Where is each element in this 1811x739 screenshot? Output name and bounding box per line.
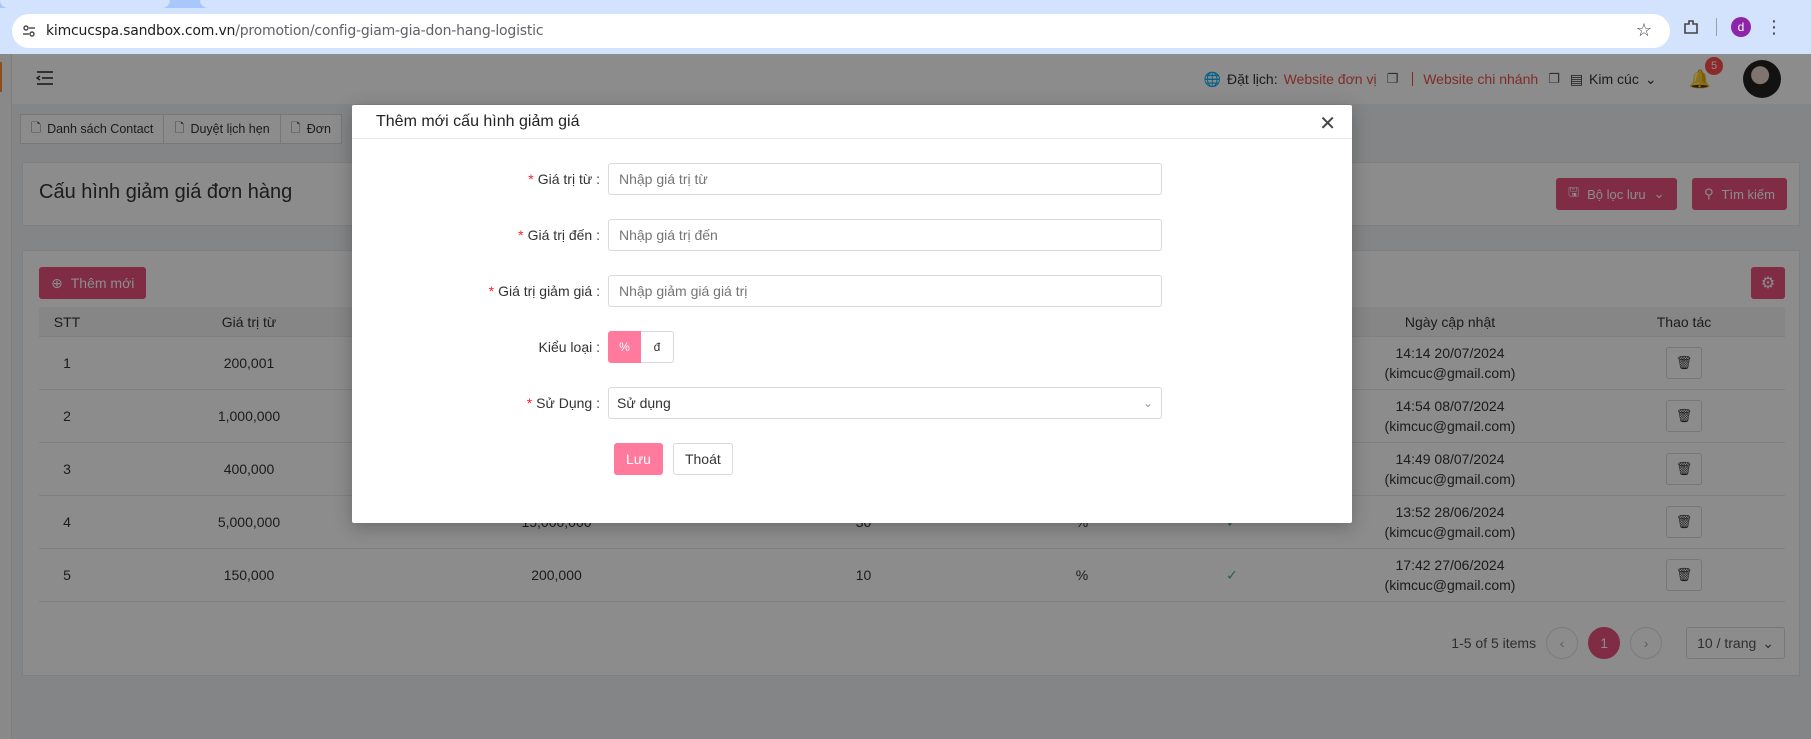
field-use-row: * Sử Dụng : Sử dụng ⌄: [352, 387, 1352, 419]
save-button[interactable]: Lưu: [614, 443, 663, 475]
url-path: /promotion/config-giam-gia-don-hang-logi…: [235, 23, 544, 39]
browser-menu-icon[interactable]: ⋮: [1765, 17, 1783, 38]
modal-actions: Lưu Thoát: [614, 443, 733, 475]
required-mark: *: [528, 171, 534, 187]
to-label-text: Giá trị đến: [527, 227, 593, 243]
modal-header: Thêm mới cấu hình giảm giá ✕: [352, 105, 1352, 139]
bookmark-star-icon[interactable]: ☆: [1636, 20, 1652, 41]
use-label: * Sử Dụng :: [526, 395, 600, 411]
exit-button[interactable]: Thoát: [672, 443, 733, 475]
use-select[interactable]: Sử dụng ⌄: [608, 387, 1162, 419]
to-label: * Giá trị đến :: [518, 227, 600, 243]
tab-strip: [0, 0, 1811, 8]
browser-toolbar: d ⋮: [1680, 16, 1783, 38]
use-label-text: Sử Dụng: [536, 395, 593, 411]
discount-label-text: Giá trị giảm giá: [498, 283, 593, 299]
kind-toggle: % đ: [608, 331, 674, 363]
extensions-icon[interactable]: [1680, 16, 1702, 38]
profile-avatar[interactable]: d: [1731, 17, 1751, 37]
url-text[interactable]: kimcucspa.sandbox.com.vn/promotion/confi…: [46, 23, 544, 39]
browser-tab-active[interactable]: [200, 0, 1811, 8]
site-settings-icon[interactable]: [12, 14, 46, 48]
from-label: * Giá trị từ :: [528, 171, 600, 187]
from-input[interactable]: [608, 163, 1162, 195]
field-discount-row: * Giá trị giảm giá :: [352, 275, 1352, 307]
discount-label: * Giá trị giảm giá :: [488, 283, 600, 299]
address-bar[interactable]: kimcucspa.sandbox.com.vn/promotion/confi…: [12, 14, 1670, 48]
chevron-down-icon: ⌄: [1142, 396, 1153, 410]
field-from-row: * Giá trị từ :: [352, 163, 1352, 195]
add-discount-config-modal: Thêm mới cấu hình giảm giá ✕ * Giá trị từ…: [352, 105, 1352, 523]
toolbar-divider: [1716, 18, 1717, 36]
modal-title: Thêm mới cấu hình giảm giá: [376, 113, 580, 130]
discount-input[interactable]: [608, 275, 1162, 307]
browser-chrome: kimcucspa.sandbox.com.vn/promotion/confi…: [0, 0, 1811, 54]
kind-label-text: Kiểu loại: [538, 339, 593, 355]
close-icon[interactable]: ✕: [1319, 111, 1336, 136]
use-select-value: Sử dụng: [617, 395, 671, 411]
field-kind-row: Kiểu loại : % đ: [352, 331, 1352, 363]
field-to-row: * Giá trị đến :: [352, 219, 1352, 251]
kind-currency-option[interactable]: đ: [641, 331, 674, 363]
required-mark: *: [518, 227, 524, 243]
from-label-text: Giá trị từ: [537, 171, 593, 187]
kind-percent-option[interactable]: %: [608, 331, 641, 363]
required-mark: *: [526, 395, 533, 411]
kind-label: Kiểu loại :: [538, 339, 600, 355]
to-input[interactable]: [608, 219, 1162, 251]
required-mark: *: [488, 283, 495, 299]
url-host: kimcucspa.sandbox.com.vn: [46, 23, 236, 39]
browser-tab[interactable]: [0, 0, 170, 8]
